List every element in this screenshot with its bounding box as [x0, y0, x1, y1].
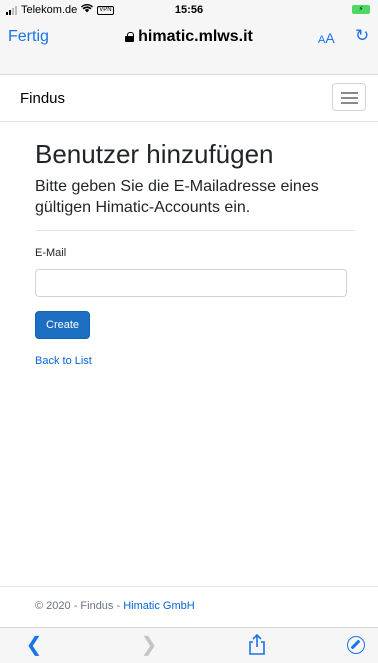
site-navbar: Findus: [0, 76, 378, 122]
forward-icon: ❯: [140, 634, 158, 656]
browser-nav-row: Fertig himatic.mlws.it AA ↻: [0, 20, 378, 60]
main-content: Benutzer hinzufügen Bitte geben Sie die …: [35, 138, 355, 367]
battery-icon: ⚡: [352, 5, 370, 14]
reload-icon[interactable]: ↻: [355, 26, 369, 46]
compass-icon[interactable]: [347, 636, 365, 654]
back-to-list-link[interactable]: Back to List: [35, 355, 355, 367]
email-label: E-Mail: [35, 247, 67, 259]
share-icon[interactable]: [245, 633, 269, 656]
back-icon[interactable]: ❮: [22, 635, 46, 655]
footer-text: © 2020 - Findus -: [35, 600, 124, 612]
divider: [35, 230, 355, 231]
menu-toggle-button[interactable]: [332, 83, 366, 111]
footer: © 2020 - Findus - Himatic GmbH: [0, 586, 378, 622]
create-button[interactable]: Create: [35, 311, 91, 339]
status-time: 15:56: [174, 4, 204, 16]
text-size-button[interactable]: AA: [318, 30, 335, 46]
browser-chrome: Telekom.de VPN 15:56 ⚡ Fertig himatic.ml…: [0, 0, 378, 75]
lock-icon: [125, 32, 135, 42]
hamburger-icon: [341, 92, 358, 94]
footer-company-link[interactable]: Himatic GmbH: [123, 600, 195, 612]
status-bar: Telekom.de VPN 15:56 ⚡: [0, 0, 378, 20]
email-input[interactable]: [35, 269, 347, 297]
browser-toolbar: ❮ ❯: [0, 627, 378, 663]
address-text: himatic.mlws.it: [138, 28, 253, 45]
page-subtitle: Bitte geben Sie die E-Mailadresse eines …: [35, 178, 319, 216]
page-title: Benutzer hinzufügen: [35, 139, 274, 169]
brand-link[interactable]: Findus: [20, 90, 65, 107]
